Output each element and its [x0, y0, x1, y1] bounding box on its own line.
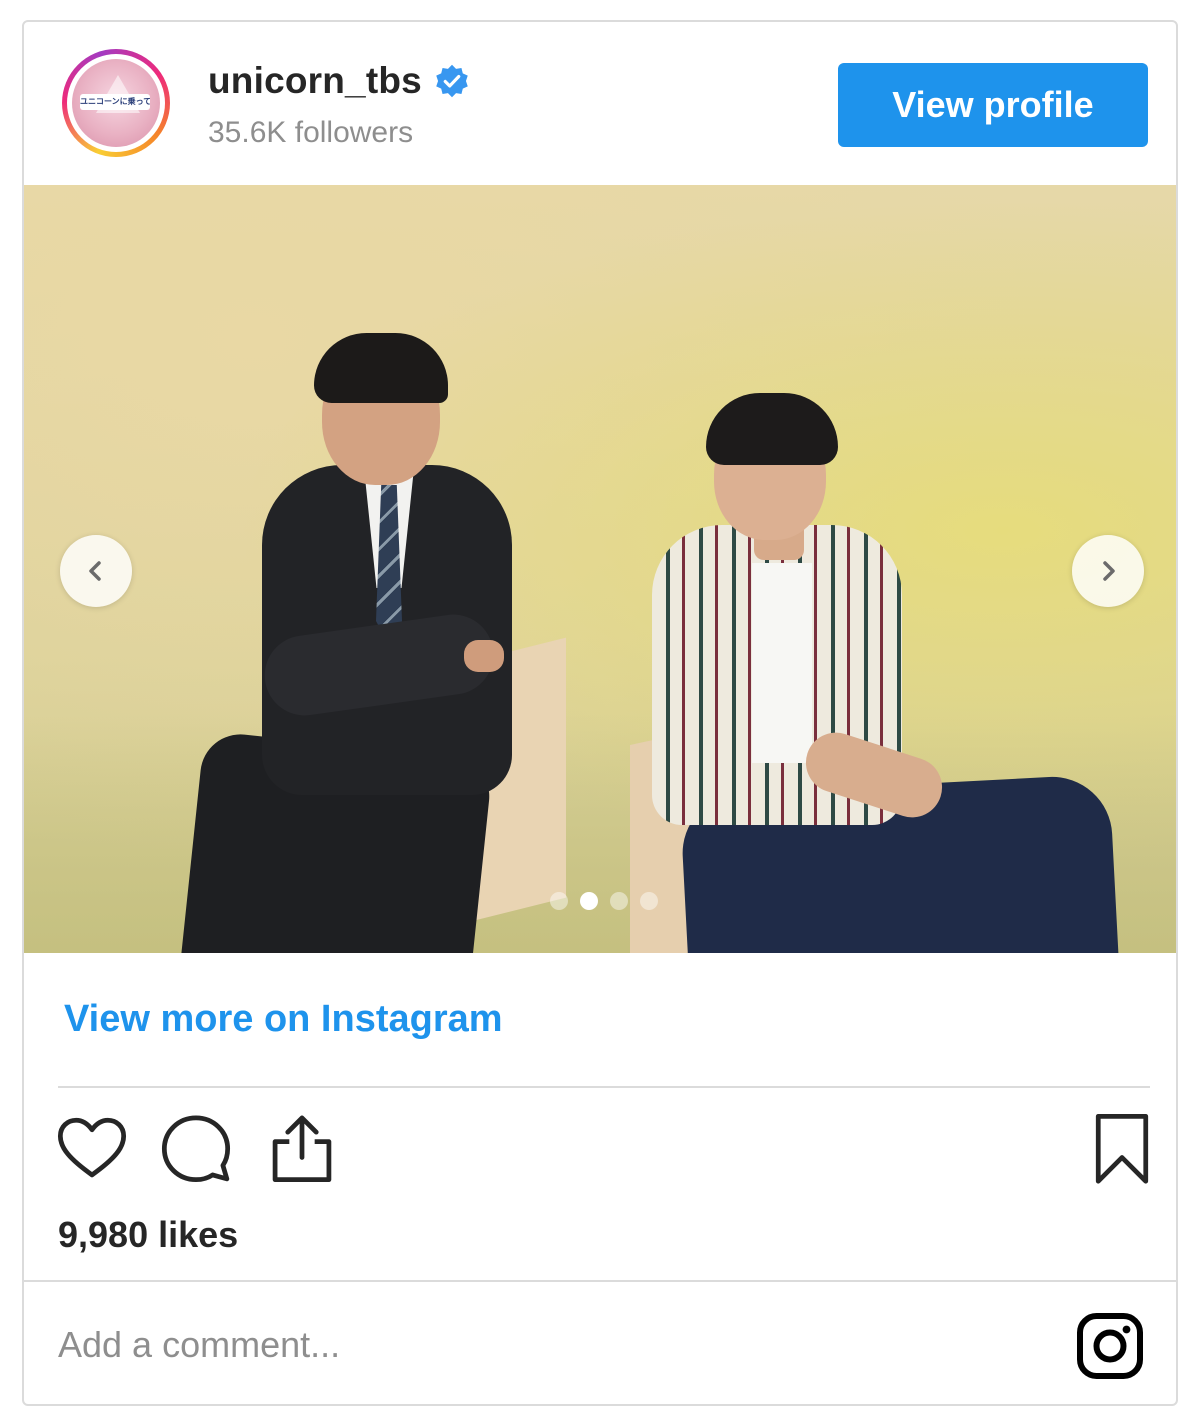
- post-header: ユニコーンに乗って unicorn_tbs 35.6K followers Vi…: [24, 22, 1176, 185]
- follower-count: 35.6K followers: [208, 116, 414, 149]
- carousel-next-button[interactable]: [1072, 535, 1144, 607]
- instagram-icon[interactable]: [1074, 1310, 1146, 1382]
- divider: [24, 1280, 1176, 1282]
- verified-badge-icon: [436, 64, 468, 98]
- carousel-dot: [550, 892, 568, 910]
- carousel-prev-button[interactable]: [60, 535, 132, 607]
- divider: [58, 1086, 1150, 1088]
- heart-icon[interactable]: [54, 1110, 130, 1186]
- avatar-logo-text: ユニコーンに乗って: [80, 94, 150, 110]
- carousel-dot: [580, 892, 598, 910]
- share-icon[interactable]: [264, 1110, 340, 1186]
- comment-icon[interactable]: [158, 1110, 234, 1186]
- carousel-dot: [640, 892, 658, 910]
- profile-avatar[interactable]: ユニコーンに乗って: [62, 49, 170, 157]
- action-bar: [54, 1110, 1154, 1190]
- view-profile-button[interactable]: View profile: [838, 63, 1148, 147]
- instagram-embed-card: ユニコーンに乗って unicorn_tbs 35.6K followers Vi…: [22, 20, 1178, 1406]
- avatar-image: ユニコーンに乗って: [72, 59, 160, 147]
- like-count: 9,980 likes: [58, 1214, 239, 1255]
- carousel-dot: [610, 892, 628, 910]
- carousel-indicator: [550, 892, 658, 910]
- view-more-link[interactable]: View more on Instagram: [64, 998, 503, 1041]
- bookmark-icon[interactable]: [1084, 1110, 1160, 1186]
- post-image[interactable]: [24, 185, 1176, 953]
- chevron-right-icon: [1103, 561, 1115, 581]
- chevron-left-icon: [89, 561, 101, 581]
- username[interactable]: unicorn_tbs: [208, 60, 422, 102]
- comment-input[interactable]: Add a comment...: [58, 1324, 340, 1366]
